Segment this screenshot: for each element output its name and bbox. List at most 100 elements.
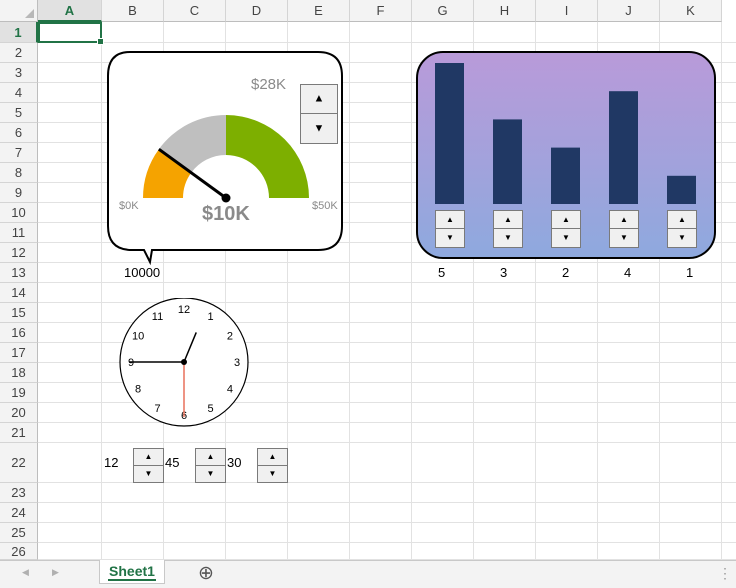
bar-3-spinner[interactable]: ▲ ▼ xyxy=(551,210,581,248)
row-header[interactable]: 24 xyxy=(0,503,38,523)
down-arrow-icon: ▼ xyxy=(446,233,454,242)
down-arrow-icon: ▼ xyxy=(313,122,325,134)
row-header[interactable]: 26 xyxy=(0,543,38,560)
up-arrow-icon: ▲ xyxy=(678,214,686,224)
clock-number: 7 xyxy=(154,403,160,415)
row-header[interactable]: 12 xyxy=(0,243,38,263)
hour-up-button[interactable]: ▲ xyxy=(134,449,163,466)
bar-down-button[interactable]: ▼ xyxy=(552,229,580,247)
column-header[interactable]: I xyxy=(536,0,598,22)
row-header[interactable]: 2 xyxy=(0,43,38,63)
row-header[interactable]: 7 xyxy=(0,143,38,163)
row-header[interactable]: 22 xyxy=(0,443,38,483)
second-spinner[interactable]: ▲ ▼ xyxy=(257,448,288,483)
gauge-target-down-button[interactable]: ▼ xyxy=(301,114,337,143)
nav-next-icon[interactable]: ▶ xyxy=(52,567,59,578)
gauge-min-label: $0K xyxy=(119,200,139,212)
tab-sheet1[interactable]: Sheet1 xyxy=(99,560,165,584)
row-header[interactable]: 1 xyxy=(0,22,38,43)
bar-value-cell[interactable]: 2 xyxy=(562,263,569,283)
gauge-target-up-button[interactable]: ▲ xyxy=(301,85,337,114)
clock-number: 9 xyxy=(128,357,134,369)
bar-down-button[interactable]: ▼ xyxy=(436,229,464,247)
column-header[interactable]: C xyxy=(164,0,226,22)
column-header[interactable]: D xyxy=(226,0,288,22)
up-arrow-icon: ▲ xyxy=(144,451,153,461)
column-header[interactable]: B xyxy=(102,0,164,22)
bar-value-cell[interactable]: 4 xyxy=(624,263,631,283)
row-header[interactable]: 23 xyxy=(0,483,38,503)
row-header[interactable]: 17 xyxy=(0,343,38,363)
row-header[interactable]: 15 xyxy=(0,303,38,323)
second-down-button[interactable]: ▼ xyxy=(258,466,287,483)
hour-value-cell[interactable]: 12 xyxy=(104,453,118,473)
bar-up-button[interactable]: ▲ xyxy=(668,211,696,229)
down-arrow-icon: ▼ xyxy=(504,233,512,242)
down-arrow-icon: ▼ xyxy=(206,468,215,478)
bar-value-cell[interactable]: 5 xyxy=(438,263,445,283)
row-header[interactable]: 11 xyxy=(0,223,38,243)
row-header[interactable]: 10 xyxy=(0,203,38,223)
hour-spinner[interactable]: ▲ ▼ xyxy=(133,448,164,483)
menu-icon[interactable]: ⋮ xyxy=(718,565,732,582)
minute-value-cell[interactable]: 45 xyxy=(165,453,179,473)
row-header[interactable]: 21 xyxy=(0,423,38,443)
clock-number: 5 xyxy=(207,403,213,415)
second-up-button[interactable]: ▲ xyxy=(258,449,287,466)
up-arrow-icon: ▲ xyxy=(620,214,628,224)
second-value-cell[interactable]: 30 xyxy=(227,453,241,473)
bar-up-button[interactable]: ▲ xyxy=(436,211,464,229)
row-header[interactable]: 16 xyxy=(0,323,38,343)
gauge-chart[interactable] xyxy=(106,50,346,266)
column-header[interactable]: F xyxy=(350,0,412,22)
up-arrow-icon: ▲ xyxy=(313,92,325,105)
bar-1-spinner[interactable]: ▲ ▼ xyxy=(435,210,465,248)
nav-prev-icon[interactable]: ◀ xyxy=(22,567,29,578)
column-header[interactable]: E xyxy=(288,0,350,22)
row-header[interactable]: 18 xyxy=(0,363,38,383)
bar-value-cell[interactable]: 1 xyxy=(686,263,693,283)
clock-number: 1 xyxy=(207,311,213,323)
add-sheet-icon[interactable]: ⊕ xyxy=(198,562,214,585)
bar-down-button[interactable]: ▼ xyxy=(494,229,522,247)
up-arrow-icon: ▲ xyxy=(446,214,454,224)
row-header[interactable]: 6 xyxy=(0,123,38,143)
sheet-tab-bar: ◀ ▶ Sheet1 ⊕ ⋮ xyxy=(0,560,736,588)
bar-down-button[interactable]: ▼ xyxy=(610,229,638,247)
column-header[interactable]: J xyxy=(598,0,660,22)
gauge-value-cell[interactable]: 10000 xyxy=(124,263,160,283)
minute-up-button[interactable]: ▲ xyxy=(196,449,225,466)
row-header[interactable]: 8 xyxy=(0,163,38,183)
hour-down-button[interactable]: ▼ xyxy=(134,466,163,483)
column-header[interactable]: K xyxy=(660,0,722,22)
column-header[interactable]: H xyxy=(474,0,536,22)
row-header[interactable]: 25 xyxy=(0,523,38,543)
up-arrow-icon: ▲ xyxy=(504,214,512,224)
bar-5-spinner[interactable]: ▲ ▼ xyxy=(667,210,697,248)
bar-2 xyxy=(493,119,522,204)
down-arrow-icon: ▼ xyxy=(678,233,686,242)
minute-down-button[interactable]: ▼ xyxy=(196,466,225,483)
bar-value-cell[interactable]: 3 xyxy=(500,263,507,283)
bar-up-button[interactable]: ▲ xyxy=(552,211,580,229)
bar-2-spinner[interactable]: ▲ ▼ xyxy=(493,210,523,248)
column-header[interactable]: G xyxy=(412,0,474,22)
row-header[interactable]: 3 xyxy=(0,63,38,83)
column-header[interactable]: A xyxy=(38,0,102,22)
gauge-target-spinner[interactable]: ▲ ▼ xyxy=(300,84,338,144)
row-header[interactable]: 13 xyxy=(0,263,38,283)
row-header[interactable]: 20 xyxy=(0,403,38,423)
row-header[interactable]: 5 xyxy=(0,103,38,123)
minute-spinner[interactable]: ▲ ▼ xyxy=(195,448,226,483)
row-header[interactable]: 9 xyxy=(0,183,38,203)
bar-up-button[interactable]: ▲ xyxy=(494,211,522,229)
grid-line xyxy=(38,542,736,543)
row-header[interactable]: 4 xyxy=(0,83,38,103)
select-all-corner[interactable] xyxy=(0,0,38,22)
bar-down-button[interactable]: ▼ xyxy=(668,229,696,247)
bar-4-spinner[interactable]: ▲ ▼ xyxy=(609,210,639,248)
row-header[interactable]: 19 xyxy=(0,383,38,403)
bar-up-button[interactable]: ▲ xyxy=(610,211,638,229)
row-header[interactable]: 14 xyxy=(0,283,38,303)
bar-1 xyxy=(435,63,464,204)
